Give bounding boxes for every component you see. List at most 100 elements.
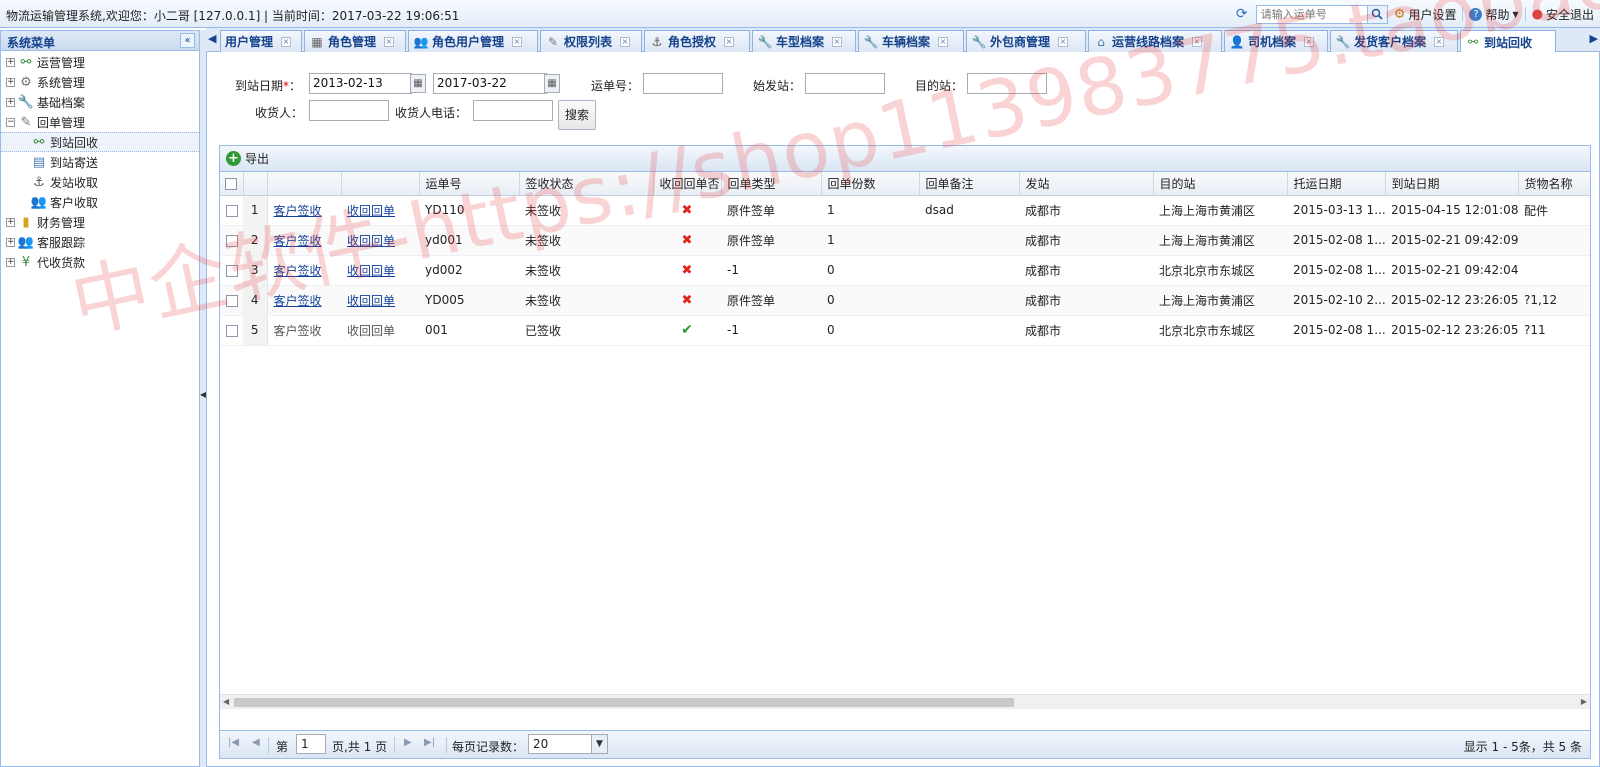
checkbox[interactable] — [225, 294, 238, 307]
date-from-input[interactable]: 2013-02-13 — [309, 73, 412, 94]
expand-icon[interactable]: + — [6, 97, 15, 107]
prev-page-icon[interactable]: ◀ — [252, 737, 260, 748]
checkbox[interactable] — [225, 264, 238, 277]
tab-vehicle-type-records[interactable]: 🔧 车型档案 × — [752, 30, 856, 52]
tab-outsourcer-management[interactable]: 🔧 外包商管理 × — [966, 30, 1086, 52]
waybill-search-input[interactable] — [1255, 4, 1368, 24]
per-page-select[interactable]: 20 ▼ — [528, 734, 608, 754]
sign-action-link[interactable]: 客户签收 — [274, 234, 322, 248]
tab-scroll-right-icon[interactable]: ▶ — [1590, 32, 1598, 45]
column-header[interactable]: 回单备注 — [919, 172, 1020, 196]
user-settings-link[interactable]: ⚙ 用户设置 — [1394, 6, 1457, 23]
sign-action-cell[interactable]: 客户签收 — [267, 255, 341, 286]
column-header[interactable]: 托运日期 — [1287, 172, 1386, 196]
expand-icon[interactable]: + — [6, 217, 15, 227]
select-all-checkbox[interactable] — [220, 172, 244, 196]
tab-user-management[interactable]: 用户管理 × — [220, 30, 302, 52]
tab-role-management[interactable]: ▦ 角色管理 × — [304, 30, 406, 52]
tab-shipper-records[interactable]: 🔧 发货客户档案 × — [1330, 30, 1458, 52]
menu-item-finance[interactable]: + ▮ 财务管理 — [1, 212, 199, 232]
page-number-input[interactable]: 1 — [296, 734, 326, 754]
close-icon[interactable]: × — [384, 36, 395, 47]
horizontal-scrollbar[interactable]: ◀ ▶ — [220, 694, 1590, 709]
close-icon[interactable]: × — [724, 36, 735, 47]
column-header[interactable]: 到站日期 — [1385, 172, 1519, 196]
expand-icon[interactable]: + — [6, 77, 15, 87]
expand-icon[interactable]: + — [6, 57, 15, 67]
row-checkbox[interactable] — [220, 315, 243, 346]
collapse-node-icon[interactable]: − — [6, 117, 15, 127]
expand-icon[interactable]: + — [6, 257, 15, 267]
search-button[interactable]: 搜索 — [558, 100, 596, 130]
refresh-icon[interactable]: ⟳ — [1234, 6, 1250, 22]
column-header[interactable]: 回单类型 — [721, 172, 822, 196]
table-row[interactable]: 4 客户签收 收回回单 YD005 未签收 ✖ 原件签单 0 成都市 上海上海市黄浦区 2015-0… — [220, 285, 1590, 316]
row-checkbox[interactable] — [220, 225, 243, 256]
menu-item-arrival-mailing[interactable]: ▤ 到站寄送 — [1, 152, 199, 172]
date-to-input[interactable]: 2017-03-22 — [433, 73, 547, 94]
menu-item-cod[interactable]: + ¥ 代收货款 — [1, 252, 199, 272]
menu-item-customer-collection[interactable]: 👥 客户收取 — [1, 192, 199, 212]
scrollbar-thumb[interactable] — [234, 698, 1014, 707]
tab-role-authorization[interactable]: ⚓ 角色授权 × — [644, 30, 750, 52]
recover-action-link[interactable]: 收回回单 — [347, 234, 395, 248]
table-row[interactable]: 1 客户签收 收回回单 YD110 未签收 ✖ 原件签单 1 dsad 成都市 上海上海市黄浦区 20… — [220, 195, 1590, 226]
column-header[interactable]: 签收状态 — [519, 172, 654, 196]
next-page-icon[interactable]: ▶ — [404, 737, 412, 748]
tab-vehicle-records[interactable]: 🔧 车辆档案 × — [858, 30, 964, 52]
table-row[interactable]: 5 客户签收 收回回单 001 已签收 ✔ -1 0 成都市 北京北京市东城区 2015-02-08… — [220, 315, 1590, 346]
sign-action-cell[interactable]: 客户签收 — [267, 225, 341, 256]
tab-role-user-management[interactable]: 👥 角色用户管理 × — [408, 30, 538, 52]
logout-link[interactable]: ● 安全退出 — [1532, 6, 1594, 23]
recover-action-link[interactable]: 收回回单 — [347, 264, 395, 278]
close-icon[interactable]: × — [281, 36, 292, 47]
menu-item-origin-collection[interactable]: ⚓ 发站收取 — [1, 172, 199, 192]
sign-action-link[interactable]: 客户签收 — [274, 204, 322, 218]
recover-action-link[interactable]: 收回回单 — [347, 204, 395, 218]
last-page-icon[interactable]: ▶| — [424, 737, 435, 748]
checkbox[interactable] — [225, 324, 238, 337]
recover-action-link[interactable]: 收回回单 — [347, 294, 395, 308]
menu-item-operations[interactable]: + ⚯ 运营管理 — [1, 52, 199, 72]
recover-action-cell[interactable]: 收回回单 — [341, 225, 419, 256]
destination-input[interactable] — [967, 73, 1047, 94]
checkbox[interactable] — [225, 234, 238, 247]
waybill-input[interactable] — [643, 73, 723, 94]
column-header[interactable]: 运单号 — [419, 172, 520, 196]
close-icon[interactable]: × — [938, 36, 949, 47]
close-icon[interactable]: × — [832, 36, 843, 47]
checkbox[interactable] — [225, 204, 238, 217]
receiver-phone-input[interactable] — [473, 100, 553, 121]
tab-scroll-left-icon[interactable]: ◀ — [208, 32, 216, 45]
menu-item-receipt-management[interactable]: − ✎ 回单管理 — [1, 112, 199, 132]
calendar-icon[interactable]: ▦ — [544, 74, 560, 93]
tab-permission-list[interactable]: ✎ 权限列表 × — [540, 30, 642, 52]
row-checkbox[interactable] — [220, 195, 243, 226]
column-header[interactable]: 目的站 — [1153, 172, 1288, 196]
close-icon[interactable]: × — [512, 36, 523, 47]
menu-item-customer-service[interactable]: + 👥 客服跟踪 — [1, 232, 199, 252]
sign-action-link[interactable]: 客户签收 — [274, 264, 322, 278]
table-row[interactable]: 2 客户签收 收回回单 yd001 未签收 ✖ 原件签单 1 成都市 上海上海市黄浦区 2015-0… — [220, 225, 1590, 256]
menu-item-basic-records[interactable]: + 🔧 基础档案 — [1, 92, 199, 112]
table-row[interactable]: 3 客户签收 收回回单 yd002 未签收 ✖ -1 0 成都市 北京北京市东城区 2015-02-… — [220, 255, 1590, 286]
collapse-icon[interactable]: « — [180, 33, 195, 48]
scroll-right-icon[interactable]: ▶ — [1581, 697, 1587, 706]
row-checkbox[interactable] — [220, 285, 243, 316]
tab-route-records[interactable]: ⌂ 运营线路档案 × — [1088, 30, 1222, 52]
receiver-input[interactable] — [309, 100, 389, 121]
chevron-down-icon[interactable]: ▼ — [591, 735, 607, 753]
expand-icon[interactable]: + — [6, 237, 15, 247]
close-icon[interactable]: × — [1058, 36, 1069, 47]
sign-action-cell[interactable]: 客户签收 — [267, 285, 341, 316]
scroll-left-icon[interactable]: ◀ — [223, 697, 229, 706]
sign-action-cell[interactable]: 客户签收 — [267, 195, 341, 226]
column-header[interactable]: 货物名称 — [1518, 172, 1590, 196]
tab-driver-records[interactable]: 👤 司机档案 × — [1224, 30, 1328, 52]
row-checkbox[interactable] — [220, 255, 243, 286]
calendar-icon[interactable]: ▦ — [410, 74, 426, 93]
origin-input[interactable] — [805, 73, 885, 94]
column-header[interactable]: 收回回单否 — [653, 172, 722, 196]
tab-arrival-recovery[interactable]: ⚯ 到站回收 — [1460, 30, 1556, 53]
close-icon[interactable]: × — [1192, 36, 1203, 47]
